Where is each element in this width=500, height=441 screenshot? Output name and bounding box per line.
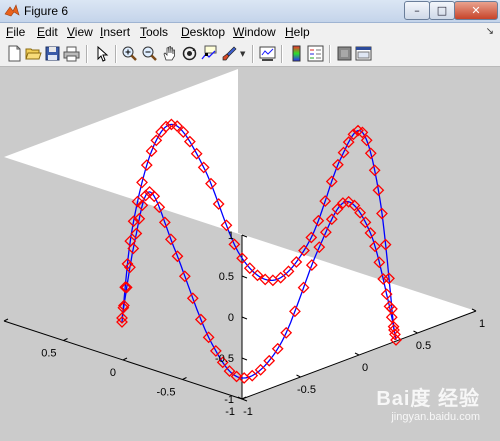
minimize-button[interactable]: –	[404, 1, 430, 20]
figure-window: Figure 6 – □ ✕ File Edit View Insert Too…	[0, 0, 500, 441]
close-button[interactable]: ✕	[454, 1, 498, 20]
toolbar-separator	[252, 45, 254, 63]
legend-icon[interactable]	[307, 45, 324, 62]
zoom-in-icon[interactable]	[121, 45, 138, 62]
menu-file[interactable]: File	[6, 25, 25, 39]
menu-insert[interactable]: Insert	[100, 25, 130, 39]
menu-bar: File Edit View Insert Tools Desktop Wind…	[0, 23, 500, 42]
brush-icon[interactable]	[221, 45, 238, 62]
y-tick-label: -0.5	[157, 387, 176, 399]
open-folder-icon[interactable]	[25, 45, 42, 62]
y-tick-label: -1	[225, 406, 235, 418]
z-tick-label: 0	[228, 312, 234, 324]
menubar-dock-arrow-icon[interactable]: ↘	[486, 26, 494, 37]
save-icon[interactable]	[44, 45, 61, 62]
z-tick-label: -1	[224, 394, 234, 406]
toolbar-separator	[329, 45, 331, 63]
menu-edit[interactable]: Edit	[37, 25, 58, 39]
axes-box	[3, 69, 477, 402]
menu-desktop[interactable]: Desktop	[181, 25, 225, 39]
x-tick-label: 0.5	[416, 340, 431, 352]
y-tick-mark	[182, 377, 187, 380]
matlab-logo-icon	[4, 4, 20, 17]
y-tick-mark	[122, 357, 128, 361]
link-plot-icon[interactable]	[259, 45, 276, 62]
toolbar-separator	[281, 45, 283, 63]
print-icon[interactable]	[63, 45, 80, 62]
watermark-brand: Bai度 经验	[376, 388, 480, 410]
baidu-watermark: Bai度 经验 jingyan.baidu.com	[376, 382, 480, 423]
toolbar: ▼	[0, 42, 500, 67]
toolbar-separator	[86, 45, 88, 63]
menu-window[interactable]: Window	[233, 25, 276, 39]
hide-plot-tools-icon[interactable]	[336, 45, 353, 62]
y-tick-label: 0	[110, 367, 116, 379]
maximize-button[interactable]: □	[429, 1, 455, 20]
menu-view[interactable]: View	[67, 25, 93, 39]
show-plot-tools-icon[interactable]	[355, 45, 372, 62]
x-tick-label: -0.5	[297, 384, 316, 396]
menu-help[interactable]: Help	[285, 25, 310, 39]
x-tick-label: 1	[479, 318, 485, 330]
colorbar-icon[interactable]	[288, 45, 305, 62]
z-tick-label: 0.5	[219, 271, 234, 283]
title-bar[interactable]: Figure 6 – □ ✕	[0, 0, 500, 23]
toolbar-separator	[115, 45, 117, 63]
y-tick-label: 0.5	[41, 348, 56, 360]
z-tick-label: 1	[228, 230, 234, 242]
rotate-3d-icon[interactable]	[181, 45, 198, 62]
menu-tools[interactable]: Tools	[140, 25, 168, 39]
pan-icon[interactable]	[161, 45, 178, 62]
pointer-icon[interactable]	[94, 45, 111, 62]
brush-dropdown-arrow-icon[interactable]: ▼	[240, 50, 245, 58]
x-tick-label: 0	[362, 362, 368, 374]
z-tick-mark	[241, 398, 248, 402]
y-tick-mark	[63, 338, 68, 341]
window-title: Figure 6	[24, 4, 69, 18]
zoom-out-icon[interactable]	[141, 45, 158, 62]
watermark-url: jingyan.baidu.com	[391, 411, 480, 423]
new-file-icon[interactable]	[6, 45, 23, 62]
data-cursor-icon[interactable]	[200, 45, 217, 62]
z-tick-label: -0.5	[215, 353, 234, 365]
y-tick-mark	[3, 318, 9, 322]
x-tick-label: -1	[243, 406, 253, 418]
menu-file-rest: ile	[13, 25, 26, 39]
axes-pane	[4, 69, 476, 399]
